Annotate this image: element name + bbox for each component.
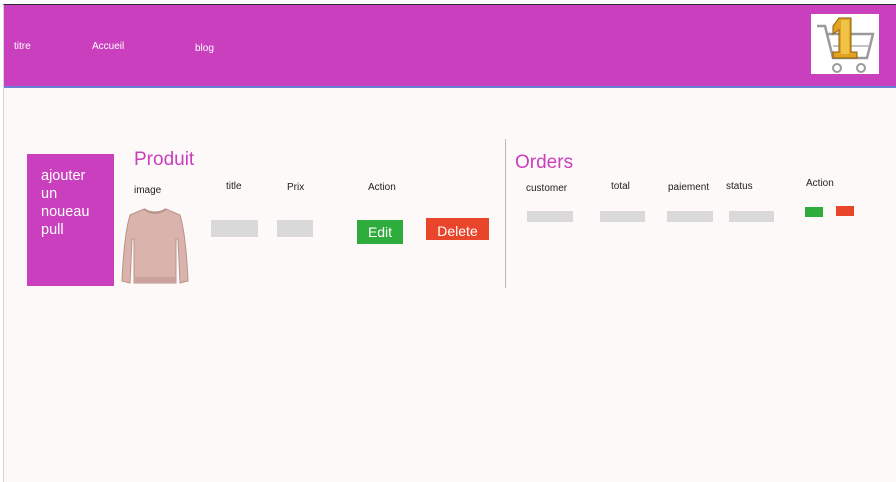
col-image: image — [134, 185, 162, 196]
orders-title: Orders — [515, 152, 574, 173]
order-paiement-value — [667, 211, 713, 222]
order-customer-value — [527, 211, 573, 222]
col-title: title — [226, 181, 242, 192]
order-edit-button[interactable] — [805, 207, 823, 217]
col-total: total — [611, 181, 630, 192]
edit-button[interactable]: Edit — [357, 220, 403, 244]
delete-button[interactable]: Delete — [426, 218, 489, 240]
products-title: Produit — [134, 149, 195, 170]
nav-blog[interactable]: blog — [195, 43, 214, 54]
col-status: status — [726, 181, 753, 192]
product-price-value — [277, 220, 313, 237]
col-customer: customer — [526, 183, 568, 194]
order-total-value — [600, 211, 645, 222]
nav-accueil[interactable]: Accueil — [92, 41, 124, 52]
col-orders-action: Action — [806, 178, 834, 189]
col-action: Action — [368, 182, 396, 193]
section-divider — [505, 139, 506, 288]
badge-number-one-icon — [832, 17, 858, 59]
add-sweater-button[interactable]: ajouter un noueau pull — [27, 154, 114, 286]
col-paiement: paiement — [668, 182, 710, 193]
order-delete-button[interactable] — [836, 206, 854, 216]
sweater-image — [121, 208, 189, 284]
shopping-cart-icon[interactable] — [811, 14, 879, 74]
top-header: titre Accueil blog — [4, 5, 896, 88]
product-title-value — [211, 220, 258, 237]
order-status-value — [729, 211, 774, 222]
col-prix: Prix — [287, 182, 305, 193]
nav-titre[interactable]: titre — [14, 41, 31, 52]
